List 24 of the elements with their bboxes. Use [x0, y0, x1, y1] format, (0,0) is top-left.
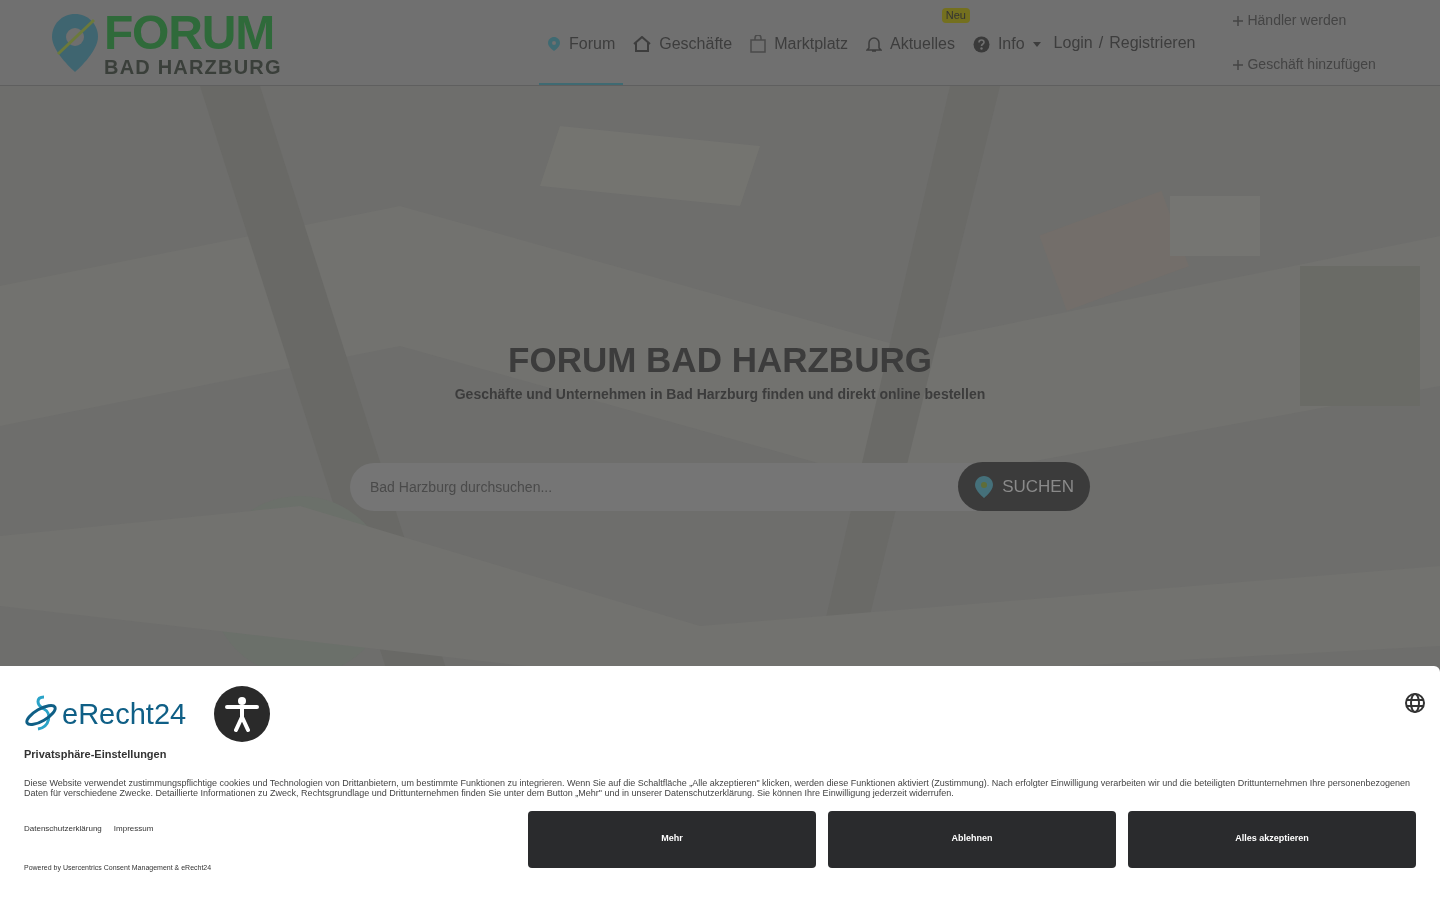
pin-icon	[547, 36, 561, 52]
separator: /	[1098, 32, 1104, 53]
consent-text: Diese Website verwendet zustimmungspflichtige cookies und Technologien von Drittanbietern, um bestimmte Funktionen zu integrieren. Wenn Sie auf die Schaltfläche „Alle akzeptieren" klicken, werden diese Funktionen aktiviert (Zustimmung). Nach erfolgter Einwilligung verarbeiten wir und die beteiligten Drittunternehmen Ihre personenbezogenen Daten für verschiedene Zwecke. Detaillierte Informationen zu Zweck, Rechtsgrundlage und Drittunternehmen finden Sie unter dem Button „Mehr" und in unserer Datenschutzerklärung. Sie können Ihre Einwilligung jederzeit widerrufen.	[24, 777, 1411, 798]
plus-icon	[1233, 15, 1244, 26]
pin-icon	[974, 474, 995, 499]
brand-name: eRecht24	[62, 699, 187, 729]
consent-button[interactable]: Ablehnen	[828, 810, 1116, 868]
search-button[interactable]: SUCHEN	[958, 462, 1090, 512]
person-icon	[225, 696, 260, 732]
erecht-logo-icon	[24, 695, 58, 733]
house-icon	[633, 36, 652, 52]
bell-icon	[865, 35, 882, 53]
logo-title: FORUM	[104, 8, 275, 57]
footer-link[interactable]: Datenschutzerklärung	[24, 822, 102, 835]
plus-icon	[1233, 59, 1244, 70]
consent-button[interactable]: Mehr	[528, 810, 816, 868]
globe-icon[interactable]	[1404, 692, 1426, 714]
bag-icon	[750, 35, 767, 53]
footer-link[interactable]: Impressum	[113, 822, 154, 835]
consent-button[interactable]: Alles akzeptieren	[1128, 810, 1416, 868]
help-icon	[972, 35, 990, 53]
new-badge: Neu	[941, 8, 970, 23]
pin-logo-icon	[50, 11, 100, 74]
consent-title: Privatsphäre-Einstellungen	[24, 747, 168, 762]
